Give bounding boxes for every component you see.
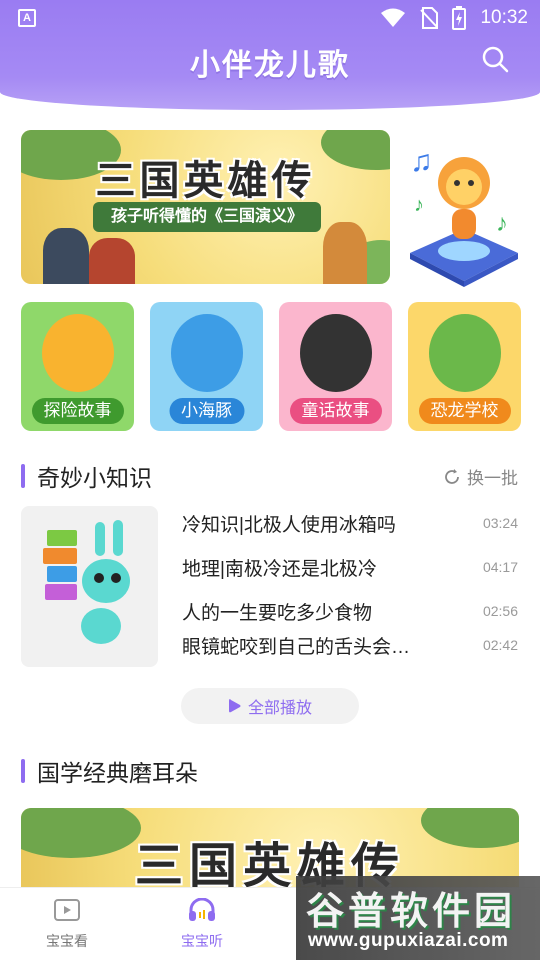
no-sim-icon — [420, 7, 439, 29]
app-title: 小伴龙儿歌 — [190, 49, 350, 82]
section-accent-bar — [21, 464, 25, 488]
knowledge-item[interactable]: 地理|南极冷还是北极冷 04:17 — [182, 554, 518, 580]
category-label: 探险故事 — [31, 398, 124, 424]
clock: 10:32 — [480, 7, 528, 28]
item-duration: 02:56 — [482, 603, 518, 619]
svg-text:♫: ♫ — [410, 145, 433, 178]
nav-label: 宝宝看 — [46, 933, 88, 949]
dolphin-image — [170, 314, 243, 392]
refresh-batch-button[interactable]: 换一批 — [443, 464, 518, 489]
category-little-dolphin[interactable]: 小海豚 — [150, 302, 263, 431]
category-dinosaur-school[interactable]: 恐龙学校 — [408, 302, 521, 431]
status-bar: A 10:32 — [0, 0, 540, 36]
classics-section-header: 国学经典磨耳朵 — [21, 756, 198, 786]
nav-tab-baby-listen[interactable]: 宝宝听 — [157, 897, 247, 951]
section-accent-bar — [21, 759, 25, 783]
item-title: 冷知识|北极人使用冰箱吗 — [182, 514, 396, 536]
item-title: 地理|南极冷还是北极冷 — [182, 558, 377, 580]
video-icon — [54, 899, 80, 921]
knowledge-item[interactable]: 眼镜蛇咬到自己的舌头会中毒吗 02:42 — [182, 632, 518, 658]
character-guanyu — [89, 238, 135, 284]
dragon-mascot-image — [41, 314, 114, 392]
headphones-icon — [189, 897, 215, 921]
category-label: 恐龙学校 — [418, 398, 511, 424]
watermark-text: 谷普软件园 — [306, 891, 517, 933]
dinosaur-image — [428, 314, 501, 392]
notification-app-icon: A — [18, 9, 36, 27]
refresh-icon — [445, 468, 459, 484]
category-adventure-stories[interactable]: 探险故事 — [21, 302, 134, 431]
item-title: 眼镜蛇咬到自己的舌头会中毒吗 — [182, 636, 422, 658]
character-zhangfei — [43, 228, 89, 284]
nav-tab-baby-watch[interactable]: 宝宝看 — [22, 898, 112, 951]
battery-charging-icon — [452, 6, 467, 30]
rabbit-with-books-image — [43, 520, 130, 644]
item-title: 人的一生要吃多少食物 — [182, 602, 373, 624]
category-label: 童话故事 — [289, 398, 382, 424]
nav-label: 宝宝听 — [181, 933, 223, 949]
play-all-button[interactable]: 全部播放 — [181, 688, 359, 724]
watermark-overlay: 谷普软件园 www.gupuxiazai.com — [296, 876, 540, 960]
dragon-music-card[interactable]: ♫ ♪ ♪ — [400, 135, 528, 287]
banner-subtitle: 孩子听得懂的《三国演义》 — [93, 202, 322, 232]
knowledge-thumbnail[interactable] — [21, 506, 158, 667]
search-icon[interactable] — [480, 44, 510, 74]
svg-text:♪: ♪ — [414, 194, 424, 216]
snow-white-image — [299, 314, 372, 392]
svg-text:♪: ♪ — [496, 210, 508, 237]
section-title: 奇妙小知识 — [37, 465, 152, 491]
category-label: 小海豚 — [169, 398, 244, 424]
category-tiles: 探险故事 小海豚 童话故事 恐龙学校 — [21, 302, 521, 432]
knowledge-section-header: 奇妙小知识 — [21, 461, 152, 491]
watermark-url: www.gupuxiazai.com — [308, 930, 509, 951]
wifi-icon — [381, 8, 406, 27]
item-duration: 02:42 — [482, 637, 518, 653]
knowledge-item[interactable]: 人的一生要吃多少食物 02:56 — [182, 598, 518, 624]
refresh-label: 换一批 — [467, 469, 518, 488]
category-fairy-tales[interactable]: 童话故事 — [279, 302, 392, 431]
banner-title: 三国英雄传 — [95, 159, 316, 203]
play-all-label: 全部播放 — [247, 700, 312, 717]
item-duration: 04:17 — [482, 559, 518, 575]
character-liubei — [323, 222, 367, 284]
featured-banner[interactable]: 三国英雄传 孩子听得懂的《三国演义》 — [21, 130, 390, 284]
section-title: 国学经典磨耳朵 — [37, 760, 198, 786]
item-duration: 03:24 — [482, 515, 518, 531]
knowledge-item[interactable]: 冷知识|北极人使用冰箱吗 03:24 — [182, 510, 518, 536]
play-icon — [228, 699, 241, 713]
